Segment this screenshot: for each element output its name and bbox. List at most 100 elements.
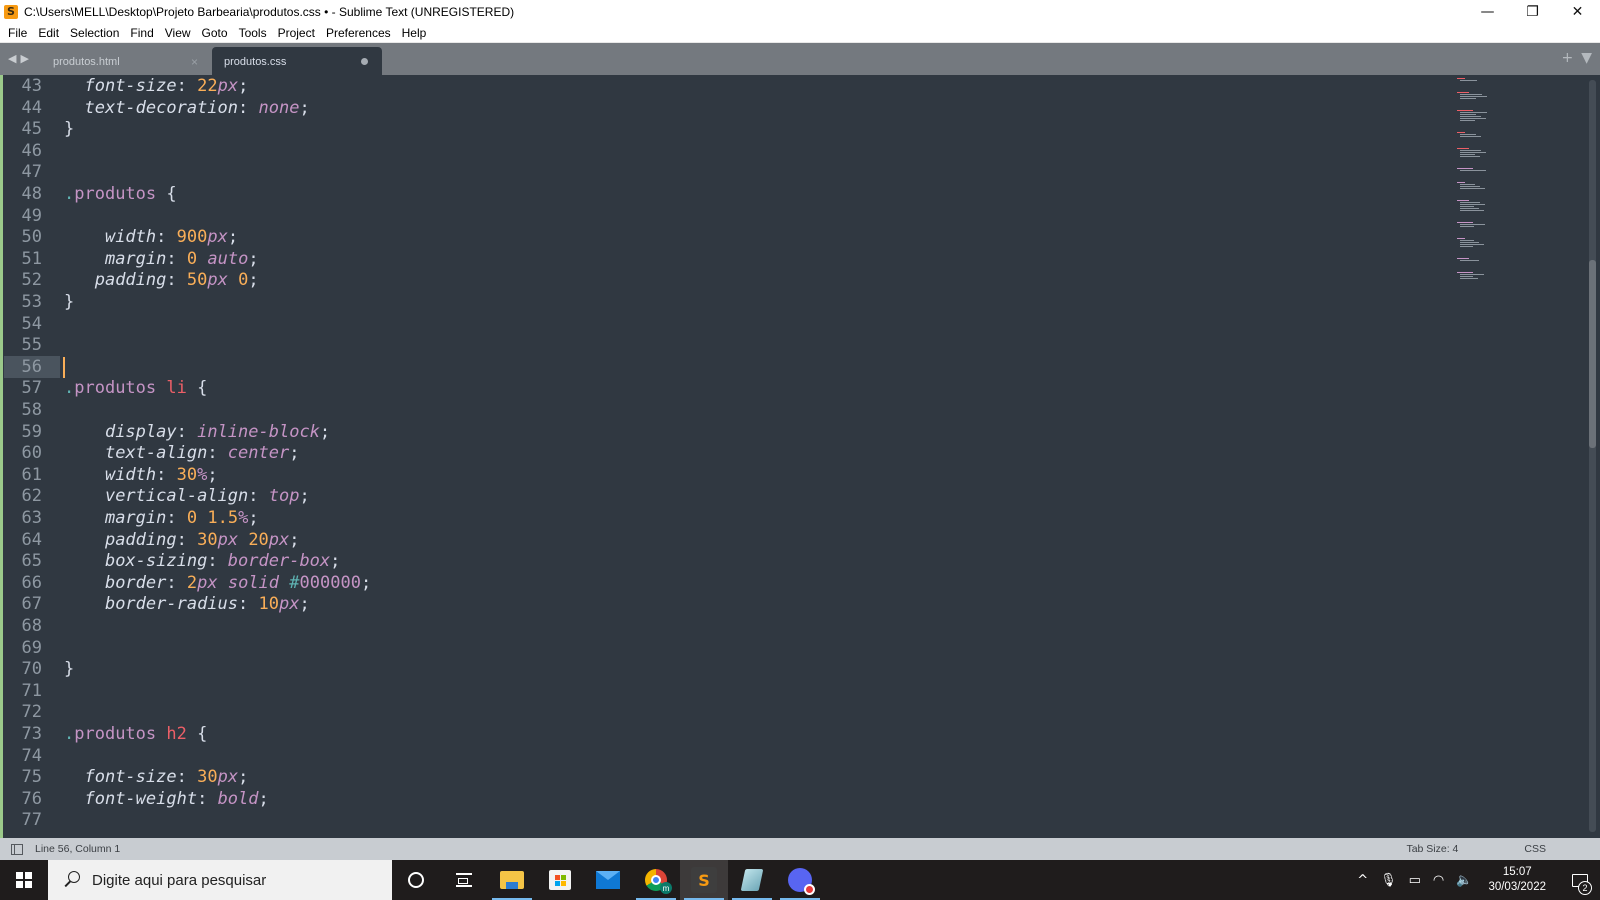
tab-next-icon[interactable]: ▶ — [20, 52, 28, 65]
code-line[interactable]: 77 — [0, 809, 1440, 831]
line-code: border-radius: 10px; — [64, 593, 310, 615]
tab-produtos-html[interactable]: produtos.html × — [40, 47, 210, 76]
chrome-button[interactable]: m — [632, 860, 680, 900]
microsoft-store-button[interactable] — [536, 860, 584, 900]
action-center-button[interactable]: 2 — [1560, 860, 1600, 900]
mail-button[interactable] — [584, 860, 632, 900]
code-line[interactable]: 71 — [0, 680, 1440, 702]
cortana-button[interactable] — [392, 860, 440, 900]
code-line[interactable]: 53} — [0, 291, 1440, 313]
task-view-button[interactable] — [440, 860, 488, 900]
panel-toggle-icon[interactable] — [11, 843, 23, 855]
line-code: font-size: 22px; — [64, 75, 248, 97]
code-line[interactable]: 72 — [0, 701, 1440, 723]
code-line[interactable]: 70} — [0, 658, 1440, 680]
new-tab-icon[interactable]: + — [1561, 50, 1573, 66]
menu-edit[interactable]: Edit — [33, 26, 65, 40]
code-line[interactable]: 58 — [0, 399, 1440, 421]
code-line[interactable]: 46 — [0, 140, 1440, 162]
sublime-text-button[interactable]: S — [680, 860, 728, 900]
code-line[interactable]: 76 font-weight: bold; — [0, 788, 1440, 810]
code-line[interactable]: 44 text-decoration: none; — [0, 97, 1440, 119]
start-button[interactable] — [0, 860, 48, 900]
code-token: bold — [217, 788, 259, 809]
menu-preferences[interactable]: Preferences — [321, 26, 397, 40]
code-line[interactable]: 75 font-size: 30px; — [0, 766, 1440, 788]
code-line[interactable]: 60 text-align: center; — [0, 442, 1440, 464]
code-line[interactable]: 43 font-size: 22px; — [0, 75, 1440, 97]
code-token: margin — [104, 508, 167, 528]
code-line[interactable]: 56 — [0, 355, 1440, 378]
code-line[interactable]: 45} — [0, 118, 1440, 140]
code-line[interactable]: 65 box-sizing: border-box; — [0, 550, 1440, 572]
code-line[interactable]: 68 — [0, 615, 1440, 637]
line-number: 50 — [21, 227, 42, 248]
code-line[interactable]: 48 .produtos { — [0, 183, 1440, 205]
clock[interactable]: 15:07 30/03/2022 — [1488, 865, 1546, 895]
discord-button[interactable] — [776, 860, 824, 900]
code-line[interactable]: 47 — [0, 161, 1440, 183]
code-token: ; — [289, 443, 300, 464]
code-line[interactable]: 50 width: 900px; — [0, 226, 1440, 248]
code-line[interactable]: 69 — [0, 637, 1440, 659]
file-explorer-button[interactable] — [488, 860, 536, 900]
line-number: 58 — [21, 400, 42, 420]
volume-icon[interactable]: 🔈 — [1456, 873, 1472, 888]
tab-size-selector[interactable]: Tab Size: 4 — [1406, 843, 1458, 855]
menu-file[interactable]: File — [3, 26, 33, 40]
code-line[interactable]: 62 vertical-align: top; — [0, 485, 1440, 507]
code-line[interactable]: 67 border-radius: 10px; — [0, 593, 1440, 615]
code-token: 30 — [197, 767, 218, 788]
scrollbar-thumb[interactable] — [1589, 260, 1596, 449]
show-hidden-icons-chevron[interactable]: ^ — [1357, 873, 1368, 888]
code-token: ; — [360, 572, 372, 593]
minimap-line — [1460, 170, 1486, 171]
code-line[interactable]: 52 padding: 50px 0; — [0, 269, 1440, 291]
code-line[interactable]: 63 margin: 0 1.5%; — [0, 507, 1440, 529]
cursor-position: Line 56, Column 1 — [35, 843, 121, 855]
syntax-selector[interactable]: CSS — [1524, 843, 1546, 855]
battery-icon[interactable]: ▭ — [1409, 873, 1421, 888]
menu-help[interactable]: Help — [397, 26, 433, 40]
code-line[interactable]: 55 — [0, 334, 1440, 356]
notepad-button[interactable] — [728, 860, 776, 900]
code-line[interactable]: 49 — [0, 205, 1440, 227]
tab-close-icon[interactable]: × — [191, 55, 198, 69]
code-line[interactable]: 59 display: inline-block; — [0, 421, 1440, 443]
restore-button[interactable]: ❐ — [1510, 0, 1555, 23]
vertical-scrollbar[interactable] — [1589, 80, 1596, 832]
tab-menu-icon[interactable]: ▼ — [1581, 50, 1592, 66]
unsaved-dot-icon[interactable] — [361, 58, 368, 65]
code-token: produtos — [74, 378, 157, 399]
menu-goto[interactable]: Goto — [197, 26, 234, 40]
code-line[interactable]: 51 margin: 0 auto; — [0, 248, 1440, 270]
code-editor[interactable]: 43 font-size: 22px; 44 text-decoration: n… — [0, 75, 1600, 838]
menu-find[interactable]: Find — [125, 26, 159, 40]
menu-tools[interactable]: Tools — [234, 26, 273, 40]
minimap[interactable] — [1455, 75, 1515, 279]
menu-project[interactable]: Project — [273, 26, 321, 40]
code-line[interactable]: 64 padding: 30px 20px; — [0, 529, 1440, 551]
minimize-button[interactable]: — — [1465, 0, 1510, 23]
menu-selection[interactable]: Selection — [65, 26, 125, 40]
code-line[interactable]: 57 .produtos li { — [0, 377, 1440, 399]
code-token: margin — [104, 248, 167, 269]
code-line[interactable]: 73 .produtos h2 { — [0, 723, 1440, 745]
wifi-icon[interactable]: ◠ — [1433, 873, 1444, 888]
microphone-icon[interactable]: 🎙 — [1380, 873, 1397, 888]
tab-prev-icon[interactable]: ◀ — [8, 52, 16, 65]
code-line[interactable]: 66 border: 2px solid #000000; — [0, 572, 1440, 594]
code-line[interactable]: 74 — [0, 745, 1440, 767]
code-line[interactable]: 54 — [0, 313, 1440, 335]
minimap-line — [1460, 114, 1476, 115]
tab-produtos-css[interactable]: produtos.css — [212, 47, 382, 76]
minimap-line — [1457, 200, 1469, 201]
taskbar-search[interactable]: Digite aqui para pesquisar — [48, 860, 392, 900]
close-button[interactable]: ✕ — [1555, 0, 1600, 23]
menu-view[interactable]: View — [160, 26, 197, 40]
code-line[interactable]: 61 width: 30%; — [0, 464, 1440, 486]
